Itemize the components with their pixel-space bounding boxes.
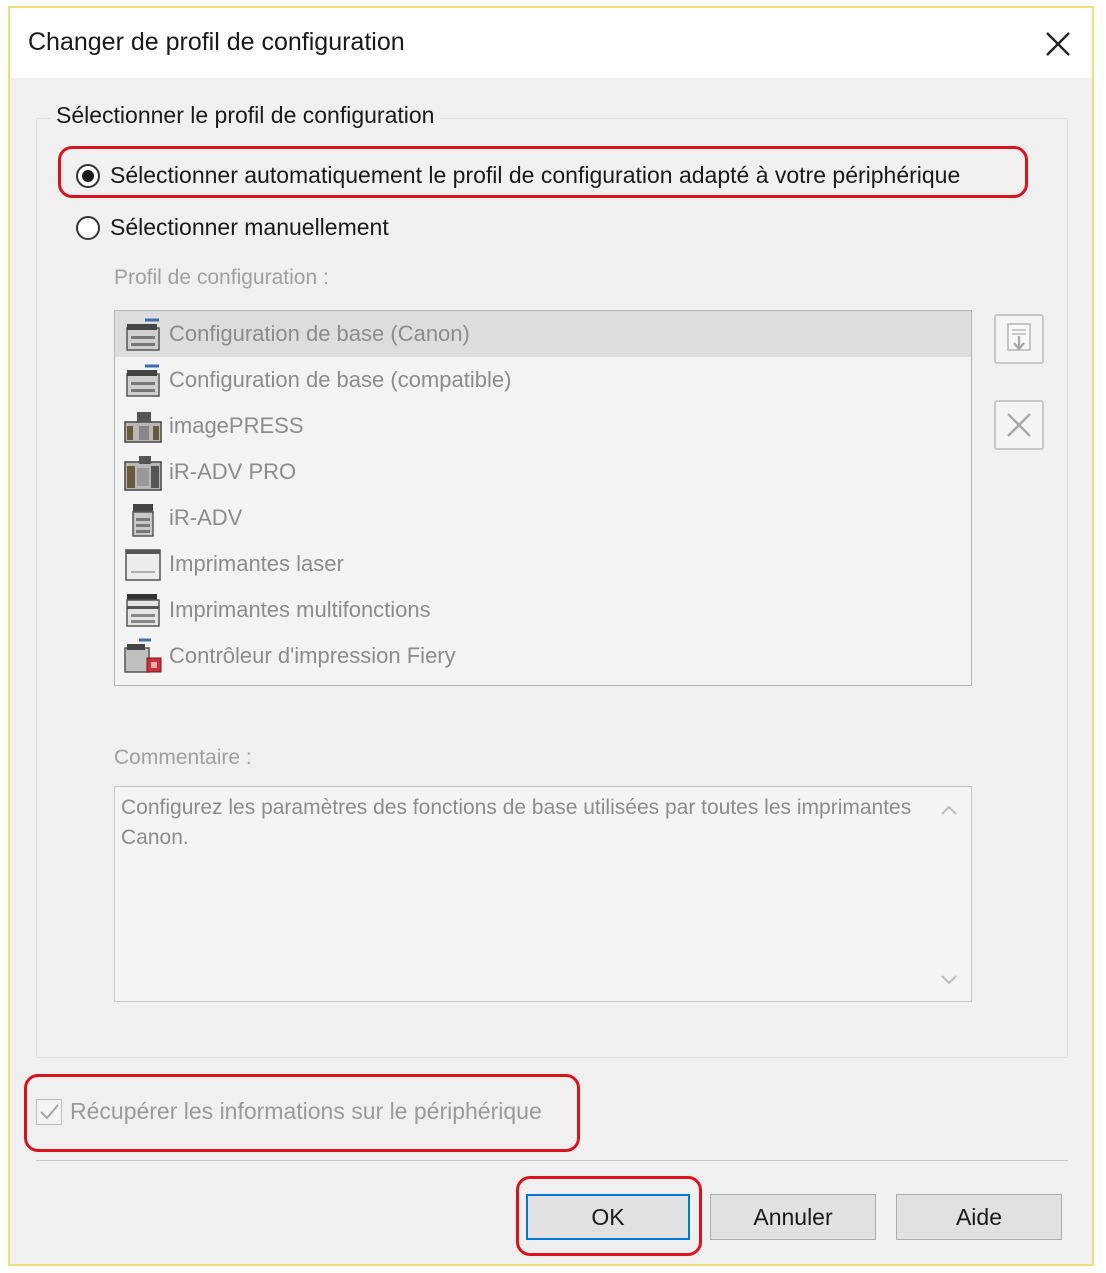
production-press-icon [123, 406, 163, 446]
help-button[interactable]: Aide [896, 1194, 1062, 1240]
dialog-window: Changer de profil de configuration Sélec… [8, 6, 1094, 1266]
multifunction-printer-icon [123, 590, 163, 630]
copier-icon [123, 498, 163, 538]
close-button[interactable] [1030, 16, 1086, 72]
import-profile-button[interactable] [994, 314, 1044, 364]
list-item-label: imagePRESS [169, 413, 304, 438]
close-icon [1046, 32, 1070, 56]
ok-button[interactable]: OK [526, 1194, 690, 1240]
import-icon [1007, 323, 1031, 351]
list-item[interactable]: Configuration de base (compatible) [115, 357, 971, 403]
comment-textarea[interactable]: Configurez les paramètres des fonctions … [114, 786, 972, 1002]
list-item-label: Contrôleur d'impression Fiery [169, 643, 456, 668]
list-item[interactable]: Imprimantes multifonctions [115, 587, 971, 633]
list-item-label: Imprimantes multifonctions [169, 597, 431, 622]
retrieve-info-checkbox[interactable] [36, 1098, 62, 1125]
title-bar: Changer de profil de configuration [10, 8, 1092, 78]
delete-icon [1007, 413, 1031, 437]
list-item-label: iR-ADV PRO [169, 459, 297, 484]
list-item[interactable]: iR-ADV PRO [115, 449, 971, 495]
radio-manual-select[interactable]: Sélectionner manuellement [76, 214, 389, 241]
list-item[interactable]: Configuration de base (Canon) [115, 311, 971, 357]
radio-manual-button[interactable] [76, 215, 100, 240]
radio-auto-button[interactable] [76, 163, 100, 188]
retrieve-info-label: Récupérer les informations sur le périph… [70, 1098, 542, 1124]
production-press-icon [123, 452, 163, 492]
separator [36, 1160, 1068, 1161]
list-item-label: iR-ADV [169, 505, 243, 530]
list-item-label: Configuration de base (Canon) [169, 321, 470, 346]
laser-printer-icon [123, 544, 163, 584]
printer-icon [123, 360, 163, 400]
retrieve-info-checkbox-row[interactable]: Récupérer les informations sur le périph… [36, 1098, 542, 1125]
comment-text: Configurez les paramètres des fonctions … [121, 796, 912, 849]
list-item[interactable]: Contrôleur d'impression Fiery [115, 633, 971, 679]
profile-list-label: Profil de configuration : [114, 266, 329, 289]
scroll-up-icon[interactable] [939, 803, 959, 817]
scroll-down-icon[interactable] [939, 973, 959, 987]
list-item-label: Imprimantes laser [169, 551, 344, 576]
dialog-title: Changer de profil de configuration [28, 28, 405, 56]
list-item[interactable]: Imprimantes laser [115, 541, 971, 587]
list-item-label: Configuration de base (compatible) [169, 367, 512, 392]
list-item[interactable]: iR-ADV [115, 495, 971, 541]
radio-auto-select[interactable]: Sélectionner automatiquement le profil d… [76, 162, 960, 189]
fiery-controller-icon [123, 636, 163, 676]
profile-listbox[interactable]: Configuration de base (Canon) Configurat… [114, 310, 972, 686]
radio-auto-label: Sélectionner automatiquement le profil d… [110, 162, 961, 188]
comment-label: Commentaire : [114, 746, 252, 769]
cancel-button[interactable]: Annuler [710, 1194, 876, 1240]
delete-profile-button[interactable] [994, 400, 1044, 450]
group-label: Sélectionner le profil de configuration [50, 102, 441, 129]
checkmark-icon [40, 1103, 59, 1119]
list-item[interactable]: imagePRESS [115, 403, 971, 449]
printer-icon [123, 314, 163, 354]
radio-manual-label: Sélectionner manuellement [110, 214, 389, 240]
